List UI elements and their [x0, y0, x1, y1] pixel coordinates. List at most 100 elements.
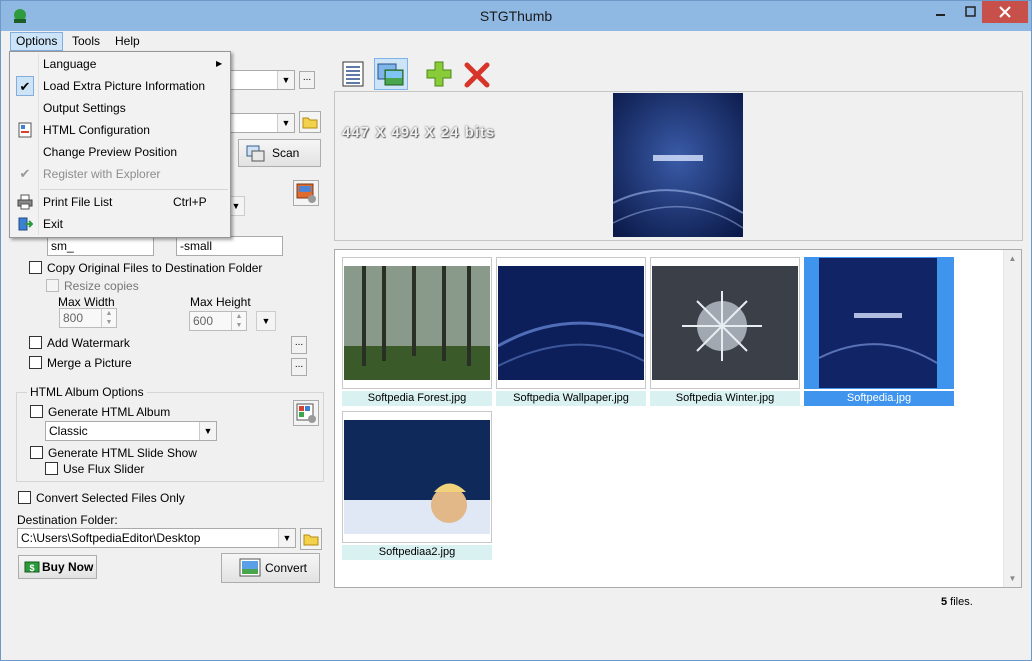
exit-icon [16, 214, 34, 234]
add-watermark-checkbox[interactable]: Add Watermark [29, 335, 130, 351]
menu-item-output-settings[interactable]: Output Settings [10, 98, 230, 118]
minimize-button[interactable] [926, 1, 956, 23]
thumbnail-caption: Softpedia Forest.jpg [342, 391, 492, 406]
scan-button[interactable]: Scan [238, 139, 321, 167]
checkbox-box [29, 356, 42, 369]
menu-help[interactable]: Help [110, 33, 145, 50]
list-view-button[interactable] [337, 58, 371, 90]
scroll-up-icon[interactable]: ▲ [1004, 250, 1021, 267]
thumbnail-image [819, 258, 937, 388]
close-button[interactable] [982, 1, 1028, 23]
merge-picture-checkbox[interactable]: Merge a Picture [29, 355, 132, 371]
title-bar: STGThumb [1, 1, 1031, 31]
menu-item-html-configuration[interactable]: HTML Configuration [10, 120, 230, 140]
suffix-input[interactable]: -small [176, 236, 283, 256]
remove-files-button[interactable] [461, 58, 495, 90]
checkmark-icon: ✔ [16, 76, 34, 96]
watermark-browse-button[interactable]: ... [291, 336, 307, 354]
submenu-arrow-icon: ▶ [216, 59, 223, 68]
chevron-down-icon: ▼ [277, 114, 294, 132]
thumbnail-image [344, 420, 490, 534]
chevron-down-icon: ▼ [199, 422, 216, 440]
thumbnail-image [498, 266, 644, 380]
menu-bar: Options Tools Help [1, 31, 1031, 51]
max-height-value: 600 [193, 314, 214, 328]
menu-item-exit[interactable]: Exit [10, 214, 230, 234]
menu-item-label: Print File List [43, 195, 113, 209]
arrow-up-icon[interactable]: ▲ [231, 312, 246, 321]
chevron-down-icon: ▼ [278, 529, 295, 547]
arrow-down-icon[interactable]: ▼ [101, 318, 116, 327]
checkbox-box [18, 491, 31, 504]
thumbnail-item[interactable]: Softpedia Forest.jpg [342, 257, 492, 407]
buy-now-label: Buy Now [42, 560, 94, 574]
app-window: STGThumb Options Tools Help ▼ ... ▼ Scan [0, 0, 1032, 661]
copy-original-label: Copy Original Files to Destination Folde… [47, 261, 263, 275]
thumbnail-image [344, 266, 490, 380]
html-settings-icon [296, 403, 316, 423]
max-height-label: Max Height [190, 295, 251, 309]
merge-picture-label: Merge a Picture [47, 356, 132, 370]
thumbnail-view-icon [377, 63, 404, 86]
folder-browse-button[interactable] [299, 111, 321, 133]
html-config-icon [16, 120, 34, 140]
menu-options[interactable]: Options [10, 32, 64, 51]
menu-item-load-extra-info[interactable]: ✔ Load Extra Picture Information [10, 76, 230, 96]
convert-button[interactable]: Convert [221, 553, 320, 583]
prefix-input[interactable]: sm_ [47, 236, 154, 256]
chevron-down-icon: ▼ [277, 71, 294, 89]
destination-browse-button[interactable] [300, 528, 322, 550]
printer-icon [16, 192, 34, 212]
window-title: STGThumb [479, 8, 553, 24]
html-settings-button[interactable] [293, 400, 319, 426]
chevron-down-icon: ▼ [256, 312, 275, 330]
convert-selected-label: Convert Selected Files Only [36, 491, 185, 505]
menu-item-register-explorer: ✔ Register with Explorer [10, 164, 230, 184]
file-count-suffix: files. [947, 596, 973, 608]
vertical-scrollbar[interactable]: ▲ ▼ [1003, 250, 1021, 587]
destination-combo[interactable]: C:\Users\SoftpediaEditor\Desktop ▼ [17, 528, 296, 548]
max-height-stepper[interactable]: 600 ▲ ▼ [189, 311, 247, 331]
scroll-down-icon[interactable]: ▼ [1004, 570, 1021, 587]
buy-now-button[interactable]: $ Buy Now [18, 555, 97, 579]
album-style-select[interactable]: Classic ▼ [45, 421, 217, 441]
menu-item-language[interactable]: Language ▶ [10, 54, 230, 74]
use-flux-checkbox[interactable]: Use Flux Slider [45, 461, 144, 477]
thumbnail-item[interactable]: Softpediaa2.jpg [342, 411, 492, 561]
arrow-down-icon[interactable]: ▼ [231, 321, 246, 330]
remove-icon [464, 62, 490, 88]
menu-separator [40, 189, 228, 190]
minimize-icon [936, 14, 945, 16]
source-browse-button[interactable]: ... [299, 71, 315, 89]
checkbox-box [30, 446, 43, 459]
generate-slideshow-checkbox[interactable]: Generate HTML Slide Show [30, 445, 197, 461]
thumbnail-item-selected[interactable]: Softpedia.jpg [804, 257, 954, 407]
size-unit-combo[interactable]: ▼ [256, 311, 276, 331]
thumbnail-view-button[interactable] [374, 58, 408, 90]
copy-original-checkbox[interactable]: Copy Original Files to Destination Folde… [29, 260, 262, 276]
menu-item-label: Register with Explorer [43, 167, 161, 181]
add-files-button[interactable] [423, 58, 457, 90]
maximize-icon [965, 6, 976, 17]
thumbnail-item[interactable]: Softpedia Wallpaper.jpg [496, 257, 646, 407]
arrow-up-icon[interactable]: ▲ [101, 309, 116, 318]
generate-album-checkbox[interactable]: Generate HTML Album [30, 404, 170, 420]
album-style-value: Classic [49, 424, 88, 438]
thumbnail-caption: Softpediaa2.jpg [342, 545, 492, 560]
menu-item-print-file-list[interactable]: Print File List Ctrl+P [10, 192, 230, 212]
max-width-stepper[interactable]: 800 ▲ ▼ [59, 308, 117, 328]
menu-tools[interactable]: Tools [67, 33, 105, 50]
thumbnail-frame [650, 257, 800, 389]
merge-browse-button[interactable]: ... [291, 358, 307, 376]
resize-copies-checkbox[interactable]: Resize copies [46, 278, 139, 294]
image-settings-button[interactable] [293, 180, 319, 206]
folder-combo[interactable]: ▼ [227, 113, 295, 133]
menu-item-label: Language [43, 57, 97, 71]
checkmark-icon: ✔ [19, 166, 31, 181]
cart-icon: $ [24, 561, 40, 573]
thumbnail-item[interactable]: Softpedia Winter.jpg [650, 257, 800, 407]
convert-icon [239, 558, 261, 577]
menu-item-change-preview-position[interactable]: Change Preview Position [10, 142, 230, 162]
convert-selected-checkbox[interactable]: Convert Selected Files Only [18, 490, 185, 506]
source-combo[interactable]: ▼ [227, 70, 295, 90]
